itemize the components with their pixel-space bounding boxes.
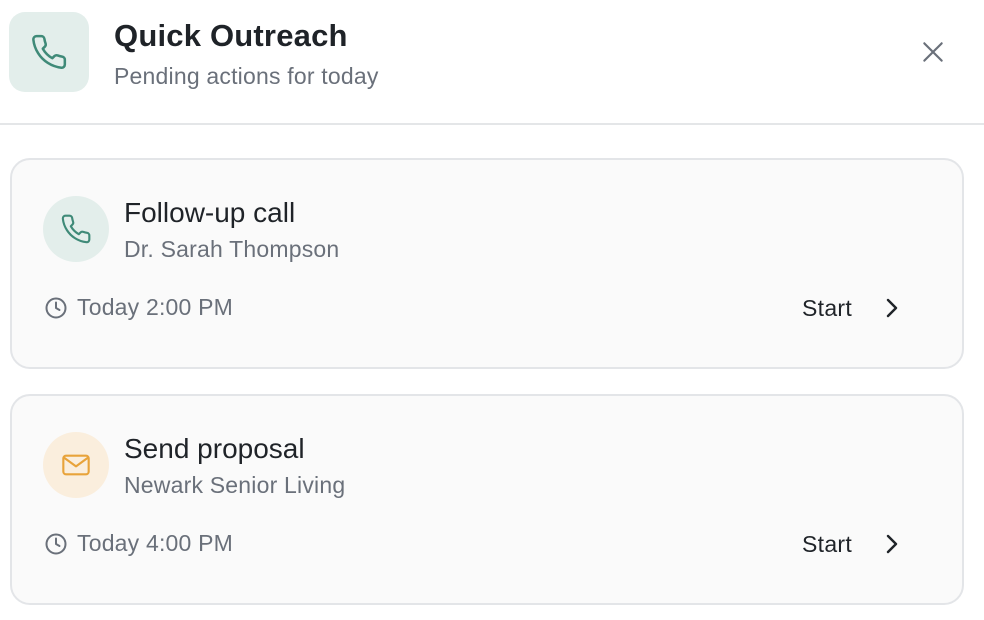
close-icon	[923, 42, 943, 62]
task-title: Follow-up call	[124, 197, 296, 228]
start-button[interactable]: Start	[802, 524, 902, 564]
task-time-text: Today 4:00 PM	[77, 530, 234, 556]
header-phone-badge	[9, 12, 89, 92]
clock-icon	[45, 297, 67, 318]
panel-header: Quick Outreach Pending actions for today	[0, 0, 984, 125]
start-button-label: Start	[802, 294, 853, 321]
phone-icon	[32, 34, 67, 69]
clock-icon	[45, 533, 67, 554]
task-card: Follow-up call Dr. Sarah Thompson Today …	[10, 158, 964, 369]
start-button-label: Start	[802, 530, 853, 557]
page-title: Quick Outreach	[114, 18, 348, 53]
task-time: Today 4:00 PM	[44, 530, 233, 557]
task-title: Send proposal	[124, 433, 305, 464]
task-type-badge	[43, 196, 109, 262]
task-contact: Dr. Sarah Thompson	[124, 236, 340, 262]
task-type-badge	[43, 432, 109, 498]
page-subtitle: Pending actions for today	[114, 63, 379, 89]
task-time: Today 2:00 PM	[44, 294, 233, 321]
task-time-text: Today 2:00 PM	[77, 294, 234, 320]
mail-icon	[62, 454, 90, 476]
task-card: Send proposal Newark Senior Living Today…	[10, 394, 964, 605]
task-contact: Newark Senior Living	[124, 472, 346, 498]
start-button[interactable]: Start	[802, 288, 902, 328]
chevron-right-icon	[886, 298, 898, 318]
phone-icon	[61, 214, 91, 244]
close-button[interactable]	[914, 33, 952, 71]
chevron-right-icon	[886, 534, 898, 554]
